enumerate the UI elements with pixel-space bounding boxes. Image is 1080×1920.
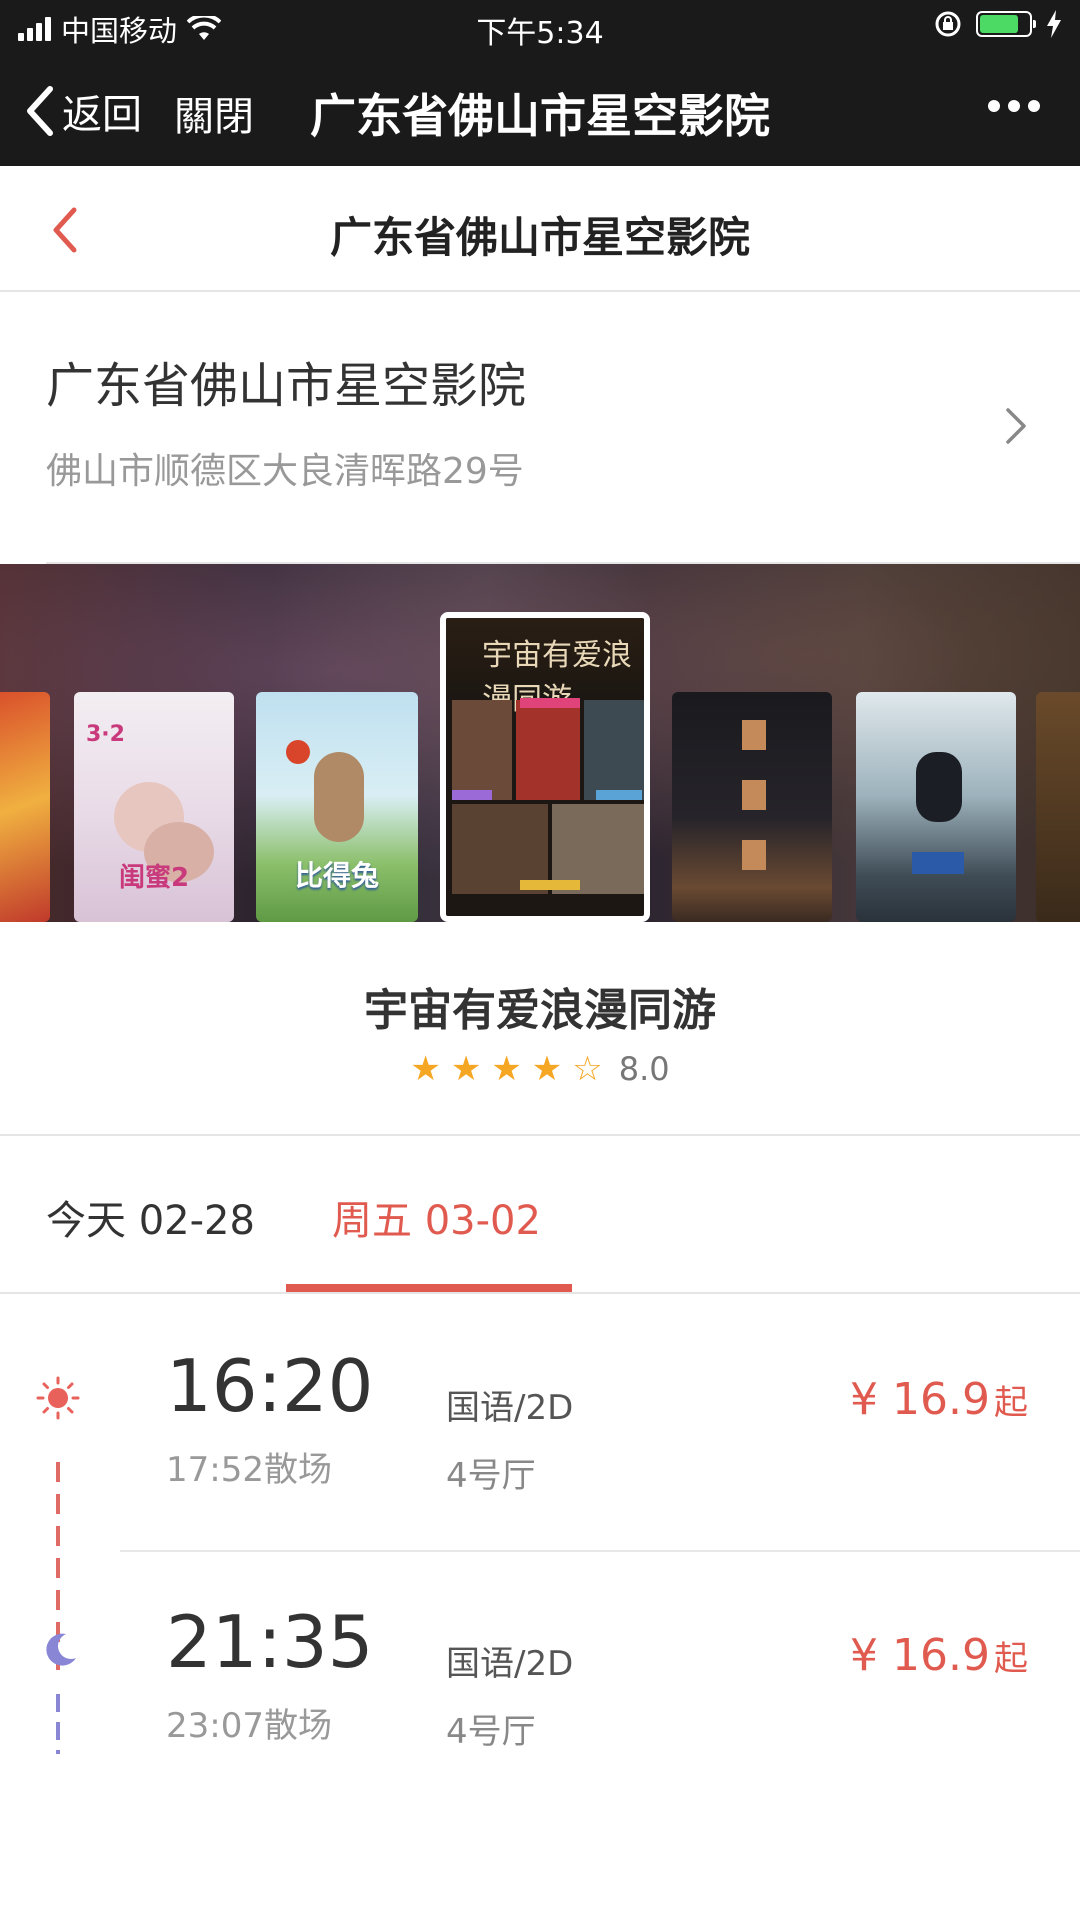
start-time: 21:35 [166, 1600, 374, 1684]
star-filled-icon: ★ [450, 1049, 482, 1089]
price-suffix: 起 [994, 1383, 1028, 1423]
page-header: 广东省佛山市星空影院 [0, 166, 1080, 292]
poster-caption: 闺蜜2 [118, 863, 190, 893]
price-amount: ¥ 16.9 [850, 1630, 990, 1681]
chevron-right-icon [1004, 406, 1028, 450]
language-format: 国语/2D [446, 1388, 574, 1428]
hall-number: 4号厅 [446, 1456, 536, 1496]
movie-poster[interactable]: 比得兔 [256, 692, 418, 922]
tab-today[interactable]: 今天 02-28 [46, 1188, 255, 1246]
date-tabs: 今天 02-28 周五 03-02 [0, 1136, 1080, 1294]
poster-tag [520, 698, 580, 708]
status-time: 下午5:34 [476, 16, 604, 51]
rotation-lock-icon [935, 11, 961, 37]
poster-figure [584, 700, 644, 800]
star-filled-icon: ★ [531, 1049, 563, 1089]
star-empty-icon: ☆ [572, 1049, 603, 1089]
poster-figure [286, 740, 310, 764]
poster-logo [912, 852, 964, 874]
status-bar: 中国移动 下午5:34 [0, 0, 1080, 52]
more-dots-icon[interactable] [988, 100, 1040, 112]
price: ¥ 16.9 起 [850, 1630, 1028, 1681]
poster-figure [516, 700, 580, 800]
movie-title: 宇宙有爱浪漫同游 [364, 985, 716, 1036]
poster-tag [596, 790, 642, 800]
poster-tag [452, 790, 492, 800]
end-time: 17:52散场 [166, 1450, 332, 1490]
nav-title: 广东省佛山市星空影院 [310, 89, 770, 143]
price-suffix: 起 [994, 1639, 1028, 1679]
price: ¥ 16.9 起 [850, 1374, 1028, 1425]
poster-figure [742, 720, 766, 750]
showtime-row[interactable]: 16:20 17:52散场 国语/2D 4号厅 ¥ 16.9 起 [0, 1294, 1080, 1550]
poster-caption: 比得兔 [294, 859, 379, 892]
price-amount: ¥ 16.9 [850, 1374, 990, 1425]
movie-poster[interactable]: 3·2 闺蜜2 [74, 692, 234, 922]
rating: ★ ★ ★ ★ ☆ 8.0 [0, 1050, 1080, 1088]
poster-figure [916, 752, 962, 822]
active-tab-indicator [286, 1284, 572, 1292]
tab-friday[interactable]: 周五 03-02 [332, 1188, 541, 1246]
poster-figure [742, 840, 766, 870]
cinema-name: 广东省佛山市星空影院 [46, 358, 527, 414]
poster-carousel[interactable]: 3·2 闺蜜2 比得兔 宇宙有爱浪漫同游 [0, 564, 1080, 922]
movie-poster-selected[interactable]: 宇宙有爱浪漫同游 [440, 612, 650, 922]
movie-poster[interactable] [672, 692, 832, 922]
end-time: 23:07散场 [166, 1706, 332, 1746]
star-filled-icon: ★ [491, 1049, 522, 1089]
cinema-info[interactable]: 广东省佛山市星空影院 佛山市顺德区大良清晖路29号 [0, 292, 1080, 564]
battery-icon [976, 11, 1036, 37]
poster-date-text: 3·2 [86, 722, 125, 747]
start-time: 16:20 [166, 1344, 374, 1428]
hall-number: 4号厅 [446, 1712, 536, 1752]
wechat-nav-bar: 返回 關閉 广东省佛山市星空影院 [0, 52, 1080, 166]
language-format: 国语/2D [446, 1644, 574, 1684]
poster-figure [314, 752, 364, 842]
poster-figure [452, 700, 512, 800]
movie-info: 宇宙有爱浪漫同游 ★ ★ ★ ★ ☆ 8.0 [0, 922, 1080, 1136]
charging-icon [1047, 10, 1061, 38]
rating-score: 8.0 [618, 1050, 670, 1088]
page-title: 广东省佛山市星空影院 [329, 213, 750, 262]
poster-figure [742, 780, 766, 810]
movie-poster[interactable] [856, 692, 1016, 922]
star-filled-icon: ★ [410, 1049, 441, 1089]
showtime-list: 16:20 17:52散场 国语/2D 4号厅 ¥ 16.9 起 21:35 2… [0, 1294, 1080, 1920]
movie-poster[interactable] [1036, 692, 1080, 922]
cinema-address: 佛山市顺德区大良清晖路29号 [46, 451, 524, 492]
poster-tag [520, 880, 580, 890]
status-right [934, 10, 1062, 38]
movie-poster[interactable] [0, 692, 50, 922]
showtime-row[interactable]: 21:35 23:07散场 国语/2D 4号厅 ¥ 16.9 起 [0, 1550, 1080, 1806]
